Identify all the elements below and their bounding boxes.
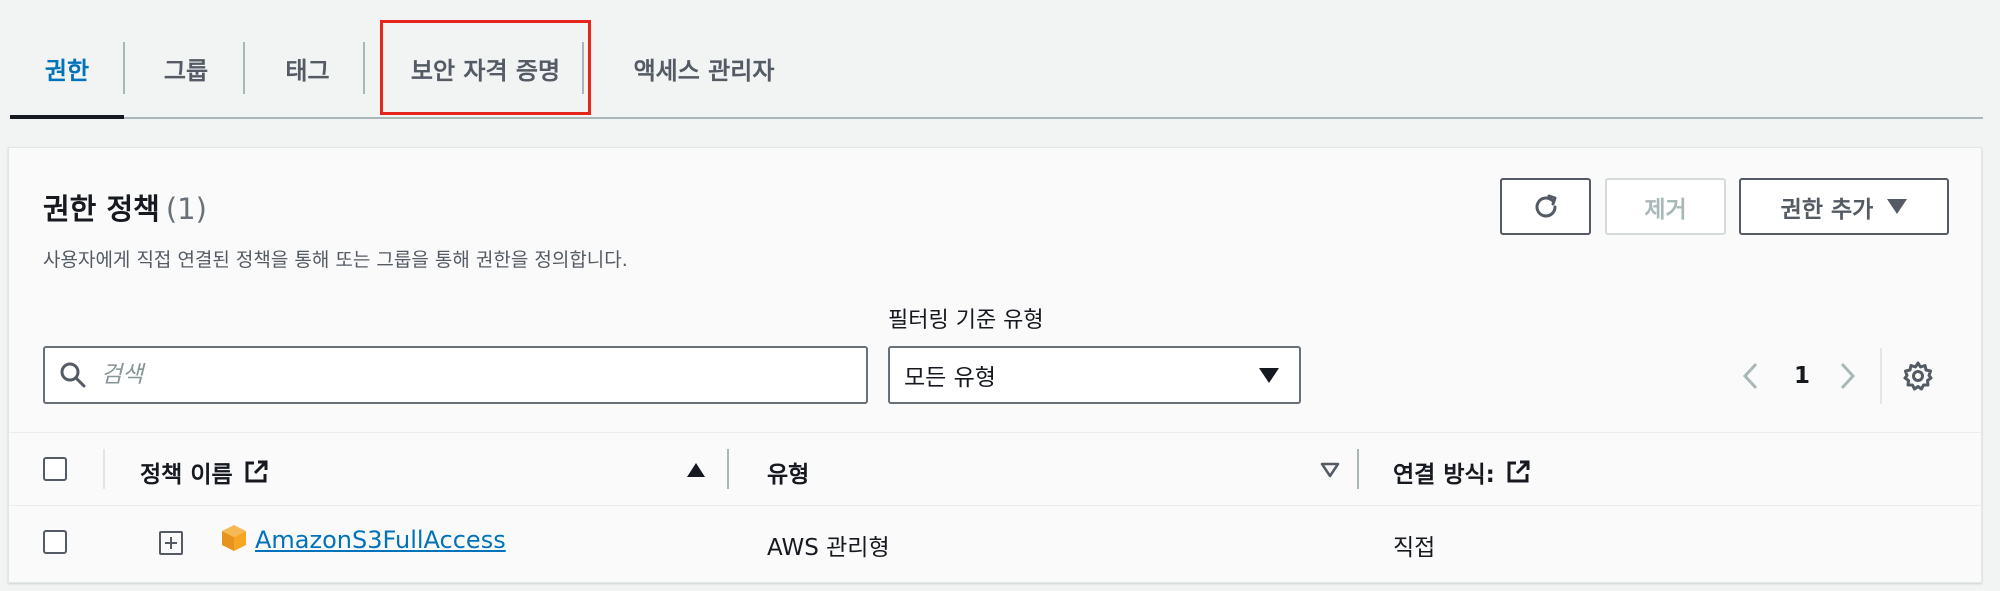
tab-access-advisor[interactable]: 액세스 관리자 bbox=[604, 42, 804, 94]
external-link-icon[interactable] bbox=[1505, 459, 1531, 485]
column-divider[interactable] bbox=[727, 449, 729, 489]
column-header-label: 연결 방식: bbox=[1393, 462, 1495, 488]
policy-name-link[interactable]: AmazonS3FullAccess bbox=[255, 526, 506, 554]
chevron-right-icon bbox=[1840, 362, 1856, 390]
panel-title: 권한 정책 (1) bbox=[43, 186, 207, 228]
filter-type-value: 모든 유형 bbox=[904, 365, 996, 391]
column-header-type[interactable]: 유형 bbox=[767, 455, 809, 489]
refresh-button[interactable] bbox=[1500, 178, 1591, 235]
permissions-policies-panel: 권한 정책 (1) 사용자에게 직접 연결된 정책을 통해 또는 그룹을 통해 권… bbox=[8, 147, 1982, 583]
select-all-checkbox[interactable] bbox=[43, 457, 67, 481]
caret-down-icon bbox=[1259, 368, 1279, 383]
panel-title-text: 권한 정책 bbox=[43, 192, 160, 226]
active-tab-indicator bbox=[10, 115, 124, 119]
tab-permissions[interactable]: 권한 bbox=[10, 42, 124, 94]
sort-ascending-icon[interactable] bbox=[687, 463, 705, 477]
add-permissions-button[interactable]: 권한 추가 bbox=[1739, 178, 1949, 235]
policy-type-cell: AWS 관리형 bbox=[767, 535, 890, 561]
attached-via-cell: 직접 bbox=[1393, 535, 1436, 561]
add-permissions-label: 권한 추가 bbox=[1780, 196, 1874, 223]
external-link-icon[interactable] bbox=[243, 459, 269, 485]
refresh-icon bbox=[1535, 194, 1556, 217]
row-select-checkbox[interactable] bbox=[43, 530, 67, 554]
filter-type-select[interactable]: 모든 유형 bbox=[888, 346, 1301, 404]
tab-bar: 권한 그룹 태그 보안 자격 증명 액세스 관리자 bbox=[10, 0, 1983, 119]
column-header-attached-via[interactable]: 연결 방식: bbox=[1393, 455, 1531, 489]
tab-divider bbox=[582, 42, 584, 94]
table-row: AmazonS3FullAccess AWS 관리형 직접 bbox=[9, 506, 1981, 582]
tab-divider bbox=[363, 42, 365, 94]
column-divider bbox=[103, 449, 105, 489]
aws-managed-policy-icon bbox=[222, 525, 246, 551]
tab-tags[interactable]: 태그 bbox=[245, 42, 370, 94]
pager-divider bbox=[1880, 348, 1882, 404]
tab-groups[interactable]: 그룹 bbox=[125, 42, 247, 94]
panel-description: 사용자에게 직접 연결된 정책을 통해 또는 그룹을 통해 권한을 정의합니다. bbox=[43, 249, 628, 271]
policy-count: (1) bbox=[165, 192, 207, 226]
preferences-button[interactable] bbox=[1902, 360, 1934, 396]
tab-highlight-box bbox=[380, 20, 591, 115]
table-header: 정책 이름 유형 연결 방식: bbox=[9, 432, 1981, 506]
sort-descending-icon[interactable] bbox=[1320, 461, 1340, 479]
search-icon bbox=[60, 362, 86, 388]
caret-down-icon bbox=[1887, 199, 1908, 214]
expand-row-icon[interactable] bbox=[159, 531, 183, 555]
column-header-policy-name[interactable]: 정책 이름 bbox=[140, 455, 269, 489]
remove-button[interactable]: 제거 bbox=[1605, 178, 1726, 235]
search-input[interactable] bbox=[101, 356, 841, 394]
filter-type-label: 필터링 기준 유형 bbox=[888, 308, 1044, 333]
previous-page-button[interactable] bbox=[1741, 348, 1761, 404]
search-field[interactable] bbox=[43, 346, 868, 404]
chevron-left-icon bbox=[1742, 362, 1758, 390]
column-divider[interactable] bbox=[1357, 449, 1359, 489]
gear-icon bbox=[1903, 361, 1933, 391]
column-header-label: 정책 이름 bbox=[140, 462, 233, 488]
next-page-button[interactable] bbox=[1837, 348, 1857, 404]
page-number[interactable]: 1 bbox=[1794, 348, 1810, 404]
